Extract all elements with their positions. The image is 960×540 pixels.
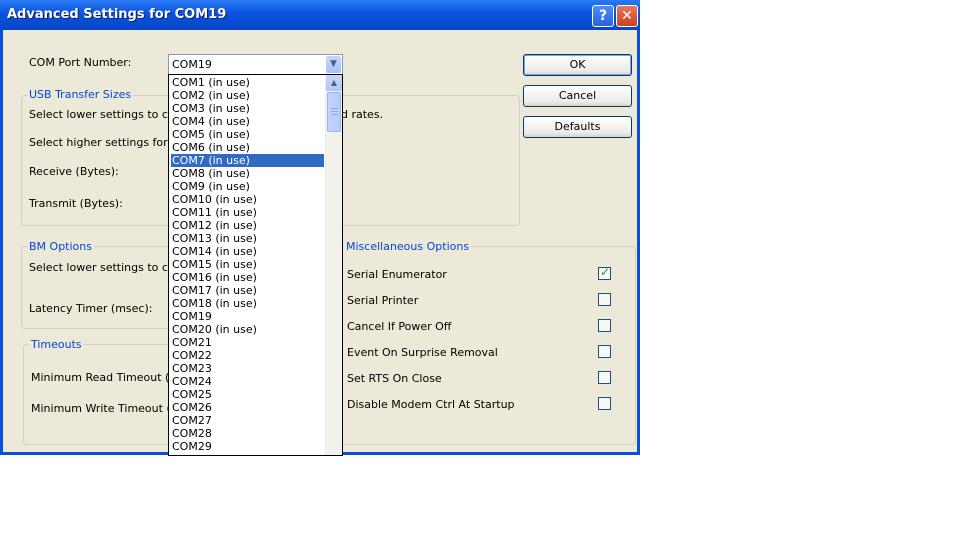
- scrollbar-thumb[interactable]: [327, 92, 341, 132]
- serial-enumerator-label: Serial Enumerator: [347, 268, 447, 281]
- usb-line2: Select higher settings for fas: [29, 136, 188, 149]
- latency-label: Latency Timer (msec):: [29, 302, 153, 315]
- dropdown-option[interactable]: COM29: [171, 440, 324, 453]
- dropdown-scrollbar[interactable]: ▲: [325, 75, 342, 455]
- dropdown-option[interactable]: COM10 (in use): [171, 193, 324, 206]
- dropdown-option[interactable]: COM20 (in use): [171, 323, 324, 336]
- bm-line1: Select lower settings to corre: [29, 261, 191, 274]
- dropdown-option[interactable]: COM14 (in use): [171, 245, 324, 258]
- com-port-dropdown-list[interactable]: COM1 (in use) COM2 (in use) COM3 (in use) C…: [168, 74, 343, 456]
- transmit-label: Transmit (Bytes):: [29, 197, 123, 210]
- dropdown-option[interactable]: COM25: [171, 388, 324, 401]
- dropdown-option[interactable]: COM13 (in use): [171, 232, 324, 245]
- dropdown-option[interactable]: COM16 (in use): [171, 271, 324, 284]
- window-title: Advanced Settings for COM19: [7, 7, 227, 22]
- event-surprise-removal-checkbox[interactable]: [598, 345, 611, 358]
- bm-group-title: BM Options: [27, 240, 94, 253]
- serial-printer-checkbox[interactable]: [598, 293, 611, 306]
- dropdown-option[interactable]: COM12 (in use): [171, 219, 324, 232]
- chevron-down-icon[interactable]: ▼: [326, 56, 341, 73]
- set-rts-on-close-label: Set RTS On Close: [347, 372, 442, 385]
- usb-line1: Select lower settings to corre: [29, 108, 191, 121]
- dropdown-option[interactable]: COM26: [171, 401, 324, 414]
- advanced-settings-dialog: Advanced Settings for COM19 ? ✕ COM Port…: [0, 0, 640, 456]
- cancel-if-power-off-checkbox[interactable]: [598, 319, 611, 332]
- cancel-if-power-off-label: Cancel If Power Off: [347, 320, 452, 333]
- defaults-button[interactable]: Defaults: [523, 116, 632, 138]
- grip-line: [331, 111, 338, 112]
- com-port-value: COM19: [172, 58, 212, 71]
- ok-button[interactable]: OK: [523, 54, 632, 76]
- dropdown-option[interactable]: COM17 (in use): [171, 284, 324, 297]
- checkmark-icon: ✓: [600, 265, 611, 279]
- com-port-select[interactable]: COM19 ▼: [168, 54, 343, 75]
- dropdown-option[interactable]: COM6 (in use): [171, 141, 324, 154]
- timeouts-group-title: Timeouts: [29, 338, 84, 351]
- dropdown-option[interactable]: COM22: [171, 349, 324, 362]
- close-button[interactable]: ✕: [616, 5, 638, 27]
- dropdown-option[interactable]: COM1 (in use): [171, 76, 324, 89]
- dropdown-option[interactable]: COM4 (in use): [171, 115, 324, 128]
- dropdown-option[interactable]: COM2 (in use): [171, 89, 324, 102]
- com-port-label: COM Port Number:: [29, 56, 132, 69]
- dialog-client-area: COM Port Number: COM19 ▼ OK Cancel Defau…: [3, 30, 637, 456]
- dropdown-option[interactable]: COM27: [171, 414, 324, 427]
- title-bar[interactable]: Advanced Settings for COM19 ? ✕: [0, 0, 640, 30]
- scroll-up-arrow-icon[interactable]: ▲: [326, 75, 342, 91]
- usb-line1-tail: d rates.: [341, 108, 384, 121]
- dropdown-option[interactable]: COM24: [171, 375, 324, 388]
- dropdown-option[interactable]: COM8 (in use): [171, 167, 324, 180]
- disable-modem-ctrl-label: Disable Modem Ctrl At Startup: [347, 398, 515, 411]
- dropdown-option[interactable]: COM3 (in use): [171, 102, 324, 115]
- dropdown-option[interactable]: COM19: [171, 310, 324, 323]
- set-rts-on-close-checkbox[interactable]: [598, 371, 611, 384]
- disable-modem-ctrl-checkbox[interactable]: [598, 397, 611, 410]
- usb-group-title: USB Transfer Sizes: [27, 88, 134, 101]
- dropdown-option[interactable]: COM18 (in use): [171, 297, 324, 310]
- dropdown-option[interactable]: COM5 (in use): [171, 128, 324, 141]
- dropdown-option[interactable]: COM7 (in use): [171, 154, 324, 167]
- dropdown-option[interactable]: COM23: [171, 362, 324, 375]
- grip-line: [331, 114, 338, 115]
- cancel-button[interactable]: Cancel: [523, 85, 632, 107]
- event-surprise-removal-label: Event On Surprise Removal: [347, 346, 498, 359]
- serial-printer-label: Serial Printer: [347, 294, 419, 307]
- help-button[interactable]: ?: [592, 5, 614, 27]
- serial-enumerator-checkbox[interactable]: ✓: [598, 265, 611, 280]
- dropdown-option[interactable]: COM11 (in use): [171, 206, 324, 219]
- dropdown-option[interactable]: COM21: [171, 336, 324, 349]
- dropdown-option[interactable]: COM9 (in use): [171, 180, 324, 193]
- receive-label: Receive (Bytes):: [29, 165, 119, 178]
- misc-group-title: Miscellaneous Options: [344, 240, 472, 253]
- dropdown-option[interactable]: COM28: [171, 427, 324, 440]
- grip-line: [331, 108, 338, 109]
- dropdown-option[interactable]: COM15 (in use): [171, 258, 324, 271]
